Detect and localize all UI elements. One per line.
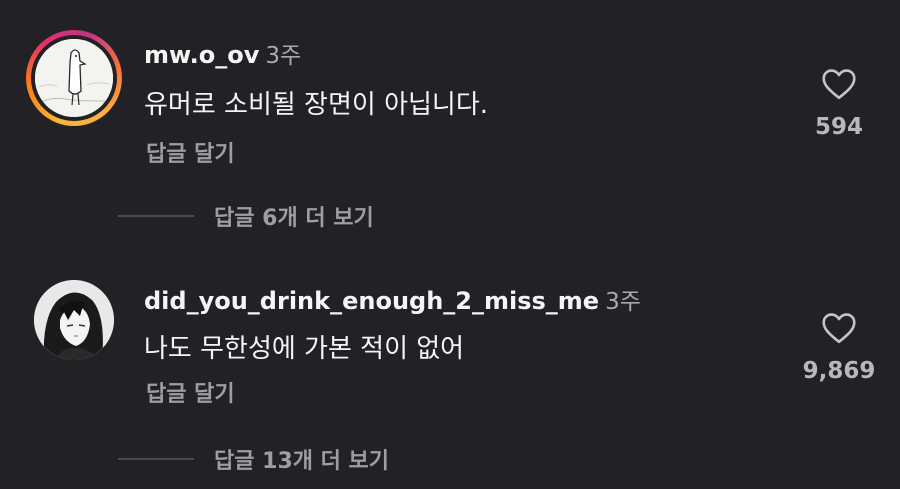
reply-button[interactable]: 답글 달기 [146, 136, 235, 168]
divider-line [118, 458, 194, 460]
username[interactable]: did_you_drink_enough_2_miss_me 3주 [144, 282, 641, 316]
like-area: 594 [779, 68, 899, 140]
comment-time: 3주 [605, 289, 641, 315]
view-more-replies-label[interactable]: 답글 13개 더 보기 [214, 443, 389, 475]
heart-icon[interactable] [779, 68, 899, 100]
bird-sketch-avatar-image [35, 39, 113, 117]
manga-character-avatar-image [34, 280, 114, 360]
divider-line [118, 215, 194, 217]
reply-button[interactable]: 답글 달기 [146, 376, 235, 408]
view-more-replies-button[interactable]: 답글 13개 더 보기 [118, 443, 389, 475]
username[interactable]: mw.o_ov 3주 [144, 36, 301, 70]
view-more-replies-label[interactable]: 답글 6개 더 보기 [214, 200, 374, 232]
avatar[interactable] [26, 30, 122, 126]
like-count: 594 [814, 114, 863, 140]
like-area: 9,869 [779, 312, 899, 384]
comment-text: 나도 무한성에 가본 적이 없어 [144, 334, 465, 364]
avatar[interactable] [34, 280, 114, 360]
like-count: 9,869 [802, 358, 876, 384]
comment-time: 3주 [265, 43, 302, 69]
comment-text: 유머로 소비될 장면이 아닙니다. [144, 90, 489, 120]
heart-icon[interactable] [779, 312, 899, 344]
view-more-replies-button[interactable]: 답글 6개 더 보기 [118, 200, 374, 232]
